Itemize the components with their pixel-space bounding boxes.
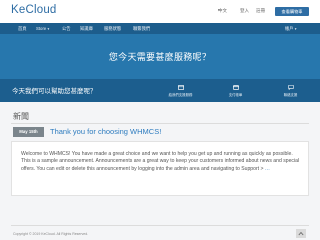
help-title: 今天我們可以幫助您甚麼呢？ <box>12 88 97 95</box>
copyright: Copyright © 2019 KeCloud. All Rights Res… <box>13 232 89 236</box>
date-badge: May 15th <box>13 127 44 137</box>
announcement-title-link[interactable]: Thank you for choosing WHMCS! <box>50 127 161 136</box>
divider <box>11 123 309 124</box>
announcement-text: Welcome to WHMCS! You have made a great … <box>21 151 300 172</box>
help-bar: 今天我們可以幫助您甚麼呢？ 給我們支援服務 支付帳單 聯絡支援 <box>0 79 320 102</box>
chevron-down-icon: ▾ <box>47 27 50 31</box>
view-cart-button[interactable]: 查看購物車 <box>275 7 309 16</box>
nav-store-label: Store <box>36 26 47 31</box>
nav-announcements[interactable]: 公告 <box>62 23 71 34</box>
contact-support-button[interactable]: 聯絡支援 <box>262 82 319 98</box>
announcement-card: Welcome to WHMCS! You have made a great … <box>11 141 309 196</box>
nav-home[interactable]: 首頁 <box>18 23 27 34</box>
register-link[interactable]: 註冊 <box>256 8 265 14</box>
ticket-icon <box>178 85 184 90</box>
nav-knowledgebase[interactable]: 知識庫 <box>80 23 93 34</box>
hero-title: 您今天需要甚麼服務呢？ <box>108 52 212 62</box>
contact-support-label: 聯絡支援 <box>283 93 298 97</box>
nav-account-label: 帳戶 <box>285 26 294 31</box>
nav-account[interactable]: 帳戶 ▾ <box>285 23 296 34</box>
main-nav: 首頁 Store ▾ 公告 知識庫 服務狀態 聯繫我們 帳戶 ▾ <box>0 23 320 34</box>
open-ticket-label: 給我們支援服務 <box>168 93 193 97</box>
back-to-top-button[interactable] <box>296 229 306 238</box>
top-header: KeCloud 中文 ▾ 登入 註冊 查看購物車 <box>0 0 320 23</box>
credit-card-icon <box>233 85 239 90</box>
login-link[interactable]: 登入 <box>240 8 249 14</box>
chevron-up-icon <box>298 231 304 236</box>
nav-store[interactable]: Store ▾ <box>36 23 49 34</box>
pay-invoice-label: 支付帳單 <box>228 93 243 97</box>
brand-logo[interactable]: KeCloud <box>11 4 57 16</box>
chevron-down-icon: ▾ <box>218 8 220 12</box>
news-heading: 新聞 <box>13 112 29 121</box>
chevron-down-icon: ▾ <box>294 27 297 31</box>
nav-network-status[interactable]: 服務狀態 <box>104 23 121 34</box>
nav-contact[interactable]: 聯繫我們 <box>133 23 150 34</box>
read-more-link[interactable]: … <box>265 166 270 172</box>
comment-icon <box>288 85 294 90</box>
divider <box>11 225 309 226</box>
pay-invoice-button[interactable]: 支付帳單 <box>207 82 264 98</box>
hero-banner: 您今天需要甚麼服務呢？ <box>0 34 320 79</box>
announcement-body: Welcome to WHMCS! You have made a great … <box>21 151 301 173</box>
open-ticket-button[interactable]: 給我們支援服務 <box>152 82 209 98</box>
